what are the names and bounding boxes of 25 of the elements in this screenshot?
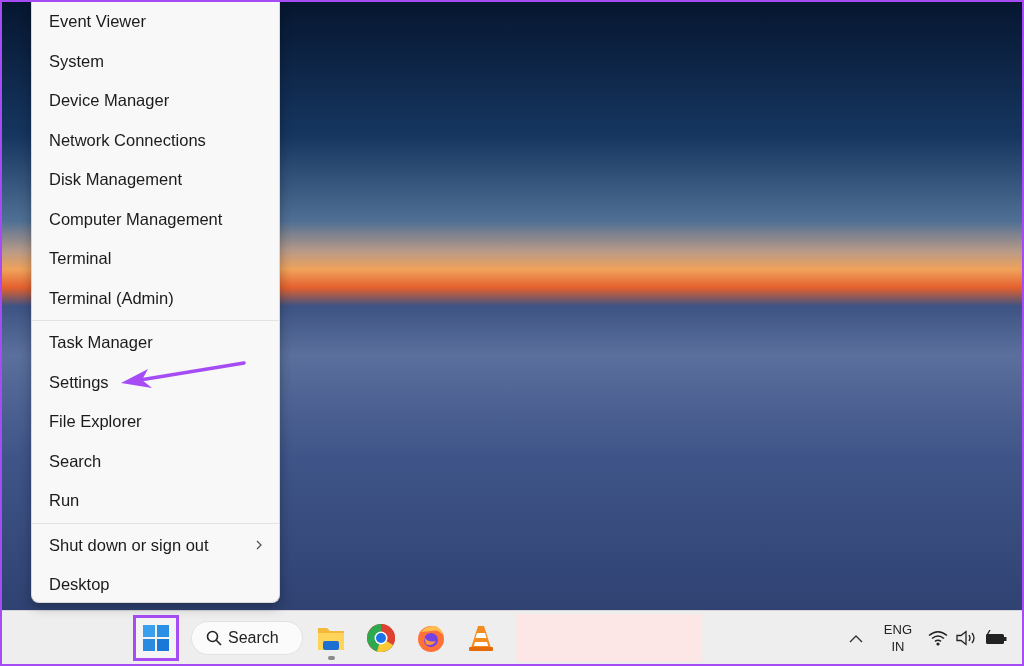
start-button[interactable] bbox=[133, 614, 179, 661]
menu-item[interactable]: Terminal bbox=[32, 239, 279, 279]
menu-item[interactable]: Network Connections bbox=[32, 120, 279, 160]
menu-item[interactable]: Computer Management bbox=[32, 199, 279, 239]
battery-icon[interactable] bbox=[984, 629, 1008, 646]
speaker-icon[interactable] bbox=[956, 629, 978, 646]
search-icon bbox=[206, 629, 222, 646]
menu-item[interactable]: Run bbox=[32, 481, 279, 521]
menu-item[interactable]: File Explorer bbox=[32, 402, 279, 442]
menu-item[interactable]: Event Viewer bbox=[32, 2, 279, 42]
menu-item[interactable]: Device Manager bbox=[32, 81, 279, 121]
search-button[interactable]: Search bbox=[191, 620, 303, 655]
menu-item[interactable]: System bbox=[32, 41, 279, 81]
menu-item[interactable]: Disk Management bbox=[32, 160, 279, 200]
language-indicator[interactable]: ENG IN bbox=[883, 620, 912, 655]
chrome-icon[interactable] bbox=[366, 622, 396, 653]
menu-item[interactable]: Terminal (Admin) bbox=[32, 278, 279, 318]
menu-item[interactable]: Search bbox=[32, 441, 279, 481]
windows-logo-icon bbox=[143, 624, 169, 651]
menu-item[interactable]: Desktop bbox=[32, 565, 279, 605]
wifi-icon[interactable] bbox=[928, 629, 948, 646]
menu-item[interactable]: Shut down or sign out bbox=[32, 525, 279, 565]
menu-item[interactable]: Settings bbox=[32, 362, 279, 402]
menu-item[interactable]: Task Manager bbox=[32, 323, 279, 363]
chevron-right-icon bbox=[255, 539, 263, 552]
